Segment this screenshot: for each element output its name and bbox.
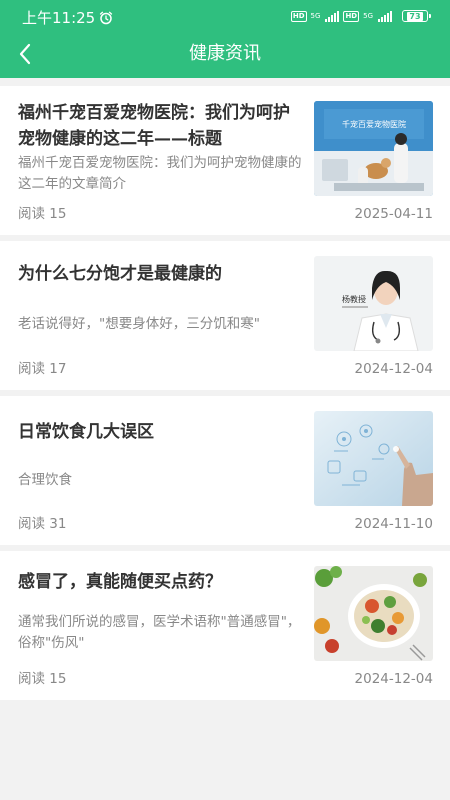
article-card[interactable]: 感冒了，真能随便买点药？ 通常我们所说的感冒，医学术语称"普通感冒"，俗称"伤风… — [0, 551, 450, 700]
battery-level: 73 — [407, 11, 423, 21]
article-read-count: 阅读 15 — [18, 206, 67, 222]
article-title: 感冒了，真能随便买点药？ — [18, 572, 222, 592]
article-summary: 老话说得好，"想要身体好，三分饥和寒" — [18, 316, 260, 332]
clock-text: 上午11:25 — [22, 9, 96, 27]
article-title: 日常饮食几大误区 — [18, 422, 154, 442]
page-title: 健康资讯 — [189, 43, 261, 64]
signal-bars-icon-2 — [378, 10, 392, 22]
article-read-count: 阅读 17 — [18, 361, 67, 377]
article-title: 为什么七分饱才是最健康的 — [18, 264, 222, 284]
article-card[interactable]: 为什么七分饱才是最健康的 老话说得好，"想要身体好，三分饥和寒" 阅读 17 2… — [0, 241, 450, 390]
article-date: 2024-11-10 — [354, 516, 433, 532]
alarm-icon — [100, 11, 113, 25]
nav-bar: 健康资讯 — [0, 36, 450, 72]
article-summary: 合理饮食 — [18, 472, 72, 488]
article-date: 2024-12-04 — [354, 671, 433, 687]
article-summary: 福州千宠百爱宠物医院：我们为呵护宠物健康的这二年的文章简介 — [18, 155, 302, 192]
article-thumbnail-salad — [314, 566, 433, 661]
article-summary: 通常我们所说的感冒，医学术语称"普通感冒"，俗称"伤风" — [18, 614, 301, 651]
app-header: 上午11:25 HD 5G HD 5G 73 健康资讯 — [0, 0, 450, 78]
network-type-2: 5G — [363, 12, 373, 20]
article-read-count: 阅读 15 — [18, 671, 67, 687]
article-title: 福州千宠百爱宠物医院：我们为呵护宠物健康的这二年——标题 — [18, 103, 290, 149]
doctor-name-text: 杨教授 — [342, 294, 366, 304]
article-date: 2024-12-04 — [354, 361, 433, 377]
status-time: 上午11:25 — [22, 9, 113, 27]
battery-icon: 73 — [402, 10, 431, 22]
article-thumbnail-pet-clinic: 千宠百爱宠物医院 — [314, 101, 433, 196]
hd-badge-1: HD — [290, 10, 307, 22]
article-list: 福州千宠百爱宠物医院：我们为呵护宠物健康的这二年——标题 福州千宠百爱宠物医院：… — [0, 86, 450, 706]
signal-bars-icon — [325, 10, 340, 22]
article-card[interactable]: 日常饮食几大误区 合理饮食 阅读 31 2024-11-10 — [0, 396, 450, 545]
article-thumbnail-doctor: 杨教授 — [314, 256, 433, 351]
status-indicators: HD 5G HD 5G 73 — [290, 10, 431, 22]
article-date: 2025-04-11 — [354, 206, 433, 222]
article-read-count: 阅读 31 — [18, 516, 67, 532]
hd-badge-2: HD — [343, 10, 360, 22]
status-bar: 上午11:25 HD 5G HD 5G 73 — [0, 0, 450, 36]
article-thumbnail-digital-health — [314, 411, 433, 506]
article-card[interactable]: 福州千宠百爱宠物医院：我们为呵护宠物健康的这二年——标题 福州千宠百爱宠物医院：… — [0, 86, 450, 235]
clinic-sign-text: 千宠百爱宠物医院 — [342, 119, 406, 129]
network-type-1: 5G — [310, 12, 321, 20]
